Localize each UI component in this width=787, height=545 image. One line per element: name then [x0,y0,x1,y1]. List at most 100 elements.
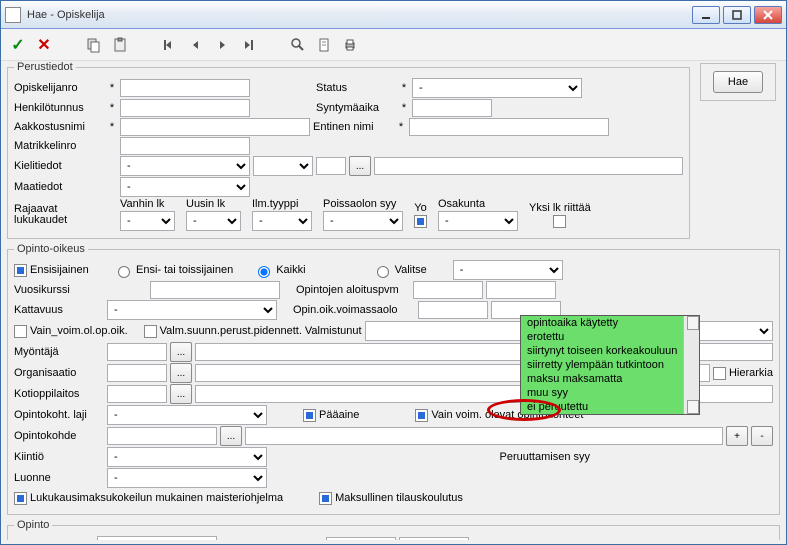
tapahtumapaiva-from-field[interactable] [326,537,396,540]
opintokoht-laji-select[interactable]: - [107,405,267,425]
vuosikurssi-field[interactable] [150,281,280,299]
kielitiedot-select[interactable]: - [120,156,250,176]
status-select[interactable]: - [412,78,582,98]
opintokohde-desc-field[interactable] [245,427,723,445]
close-button[interactable] [754,6,782,24]
opinto-group: Opinto Status - Tapahtumapäivä Opintokoh… [7,519,780,540]
ensisijainen-prefix-checkbox[interactable] [14,264,27,277]
opintokohde-browse-button[interactable]: ... [220,426,242,446]
entinen-nimi-field[interactable] [409,118,609,136]
check-icon: ✓ [11,35,24,55]
lbl-matrikkelinro: Matrikkelinro [14,140,104,152]
titlebar: Hae - Opiskelija [1,1,786,29]
nav-first-icon[interactable] [159,34,181,56]
lbl-vain-voim: Vain_voim.ol.op.oik. [30,325,128,337]
ilm-tyyppi-select[interactable]: - [252,211,312,231]
osakunta-select[interactable]: - [438,211,518,231]
maximize-button[interactable] [723,6,751,24]
lbl-ilm-tyyppi: Ilm.tyyppi [252,198,312,210]
valm-suunn-checkbox[interactable] [144,325,157,338]
myontaja-browse-button[interactable]: ... [170,342,192,362]
luonne-select[interactable]: - [107,468,267,488]
opinto-status-select[interactable]: - [97,536,217,540]
dropdown-option[interactable]: erotettu [521,330,699,344]
vain-voim-checkbox[interactable] [14,325,27,338]
organisaatio-code-field[interactable] [107,364,167,382]
ok-button[interactable]: ✓ [7,34,29,56]
lbl-opintojen-aloitus: Opintojen aloituspvm [296,284,399,296]
yo-checkbox[interactable] [414,215,427,228]
lbl-osakunta: Osakunta [438,198,518,210]
lbl-vanhin-lk: Vanhin lk [120,198,175,210]
tapahtumapaiva-to-field[interactable] [399,537,469,540]
vain-voim-olevat-checkbox[interactable] [415,409,428,422]
search-icon[interactable] [287,34,309,56]
nav-prev-icon[interactable] [185,34,207,56]
nav-next-icon[interactable] [211,34,233,56]
matrikkelinro-field[interactable] [120,137,250,155]
maatiedot-select[interactable]: - [120,177,250,197]
valitse-select[interactable]: - [453,260,563,280]
lbl-rajaavat: Rajaavat lukukaudet [14,204,104,226]
paaaine-checkbox[interactable] [303,409,316,422]
kielitiedot-browse-button[interactable]: ... [349,156,371,176]
kielitiedot-2-select[interactable] [253,156,313,176]
app-window: Hae - Opiskelija ✓ ✕ Hae Perustiedot [0,0,787,545]
henkilotunnus-field[interactable] [120,99,250,117]
document-icon[interactable] [313,34,335,56]
lbl-kaikki: Kaikki [276,264,305,276]
opintojen-aloitus-from-field[interactable] [413,281,483,299]
dropdown-option[interactable]: maksu maksamatta [521,372,699,386]
organisaatio-browse-button[interactable]: ... [170,363,192,383]
lbl-valmistunut: Valmistunut [305,325,362,337]
minimize-button[interactable] [692,6,720,24]
print-icon[interactable] [339,34,361,56]
nav-last-icon[interactable] [237,34,259,56]
kotioppilaitos-code-field[interactable] [107,385,167,403]
uusin-lk-select[interactable]: - [186,211,241,231]
toolbar: ✓ ✕ [1,29,786,61]
lbl-maatiedot: Maatiedot [14,181,104,193]
kattavuus-select[interactable]: - [107,300,277,320]
opiskelijanro-field[interactable] [120,79,250,97]
dropdown-option[interactable]: siirretty ylempään tutkintoon [521,358,699,372]
lukukausimaksu-checkbox[interactable] [14,492,27,505]
tool-copy-icon[interactable] [83,34,105,56]
hierarkia-checkbox[interactable] [713,367,726,380]
lbl-luonne: Luonne [14,472,104,484]
vanhin-lk-select[interactable]: - [120,211,175,231]
opinto-legend: Opinto [14,519,52,531]
cancel-button[interactable]: ✕ [33,34,55,56]
dropdown-option[interactable]: ei peruutettu [521,400,699,414]
myontaja-code-field[interactable] [107,343,167,361]
kotioppilaitos-browse-button[interactable]: ... [170,384,192,404]
kiintio-select[interactable]: - [107,447,267,467]
kielitiedot-desc-field[interactable] [374,157,683,175]
poissaolon-syy-select[interactable]: - [323,211,403,231]
voimassaolo-from-field[interactable] [418,301,488,319]
lbl-vuosikurssi: Vuosikurssi [14,284,104,296]
dropdown-scrollbar[interactable] [683,316,699,414]
dropdown-option[interactable]: muu syy [521,386,699,400]
aakkostusnimi-field[interactable] [120,118,310,136]
lbl-opin-oik-voim: Opin.oik.voimassaolo [293,304,398,316]
kaikki-radio[interactable] [258,266,270,278]
dropdown-option[interactable]: opintoaika käytetty [521,316,699,330]
tool-paste-icon[interactable] [109,34,131,56]
lbl-entinen-nimi: Entinen nimi [313,121,393,133]
lbl-paaaine: Pääaine [319,409,359,421]
syntymaaika-field[interactable] [412,99,492,117]
opintojen-aloitus-to-field[interactable] [486,281,556,299]
plus-button[interactable]: + [726,426,748,446]
yksi-lk-checkbox[interactable] [553,215,566,228]
dropdown-option[interactable]: siirtynyt toiseen korkeakouluun [521,344,699,358]
lbl-organisaatio: Organisaatio [14,367,104,379]
maksullinen-checkbox[interactable] [319,492,332,505]
kielitiedot-code-field[interactable] [316,157,346,175]
ensi-tai-radio[interactable] [118,266,130,278]
minus-button[interactable]: - [751,426,773,446]
lbl-myontaja: Myöntäjä [14,346,104,358]
valitse-radio[interactable] [377,266,389,278]
opintokohde-code-field[interactable] [107,427,217,445]
peruuttamisen-syy-dropdown[interactable]: opintoaika käytetty erotettu siirtynyt t… [520,315,700,415]
